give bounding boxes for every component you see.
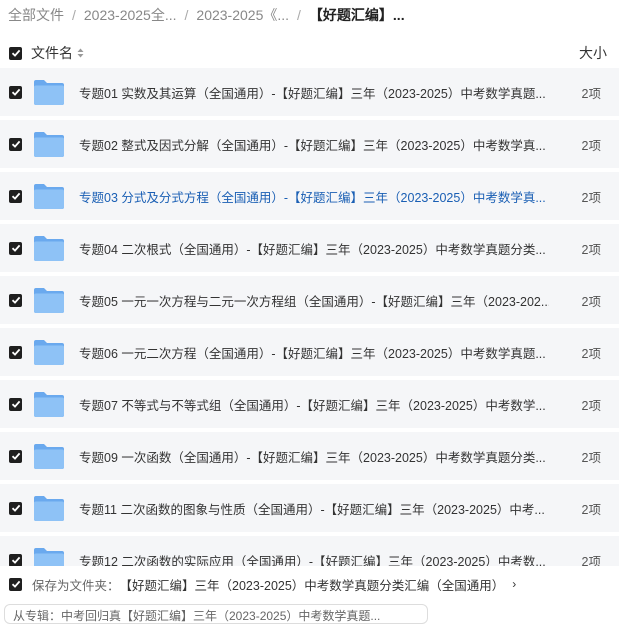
- list-header: 文件名 大小: [0, 36, 619, 70]
- folder-icon: [34, 340, 64, 365]
- file-size: 2项: [581, 346, 601, 361]
- file-size: 2项: [581, 502, 601, 517]
- file-size: 2项: [581, 294, 601, 309]
- file-name[interactable]: 专题06 一元二次方程（全国通用）-【好题汇编】三年（2023-2025）中考数…: [79, 343, 549, 362]
- save-folder-path[interactable]: 【好题汇编】三年（2023-2025）中考数学真题分类汇编（全国通用）: [120, 575, 505, 594]
- check-icon: [11, 452, 20, 460]
- check-icon: [11, 296, 20, 304]
- save-as-folder-bar: 保存为文件夹： 【好题汇编】三年（2023-2025）中考数学真题分类汇编（全国…: [0, 566, 619, 602]
- bottom-input[interactable]: 从专辑：中考回归真【好题汇编】三年（2023-2025）中考数学真题...: [4, 604, 428, 624]
- folder-icon: [34, 80, 64, 105]
- sort-icon[interactable]: [77, 48, 84, 58]
- check-icon: [11, 192, 20, 200]
- file-size: 2项: [581, 450, 601, 465]
- list-item[interactable]: 专题06 一元二次方程（全国通用）-【好题汇编】三年（2023-2025）中考数…: [0, 328, 619, 376]
- breadcrumb-separator: /: [72, 7, 76, 23]
- breadcrumb-item[interactable]: 2023-2025全...: [76, 5, 177, 25]
- row-checkbox[interactable]: [9, 137, 22, 151]
- row-checkbox[interactable]: [9, 189, 22, 203]
- file-name[interactable]: 专题07 不等式与不等式组（全国通用）-【好题汇编】三年（2023-2025）中…: [79, 395, 549, 414]
- row-checkbox[interactable]: [9, 293, 22, 307]
- folder-icon: [34, 548, 64, 568]
- check-icon: [11, 504, 20, 512]
- folder-icon: [34, 392, 64, 417]
- breadcrumb: 全部文件 / 2023-2025全... / 2023-2025《... / 【…: [0, 0, 619, 30]
- breadcrumb-item[interactable]: 2023-2025《...: [188, 5, 289, 25]
- file-name[interactable]: 专题01 实数及其运算（全国通用）-【好题汇编】三年（2023-2025）中考数…: [79, 83, 549, 102]
- column-header-name-label: 文件名: [31, 45, 73, 61]
- folder-icon: [34, 496, 64, 521]
- folder-icon: [34, 444, 64, 469]
- row-checkbox[interactable]: [9, 345, 22, 359]
- save-as-folder-label: 保存为文件夹：: [32, 578, 120, 593]
- row-checkbox[interactable]: [9, 85, 22, 99]
- row-checkbox[interactable]: [9, 553, 22, 567]
- row-checkbox[interactable]: [9, 501, 22, 515]
- check-icon: [11, 348, 20, 356]
- file-list: 专题01 实数及其运算（全国通用）-【好题汇编】三年（2023-2025）中考数…: [0, 68, 619, 568]
- folder-icon: [34, 132, 64, 157]
- check-icon: [11, 49, 20, 57]
- breadcrumb-current: 【好题汇编】...: [308, 7, 405, 23]
- check-icon: [11, 580, 20, 588]
- file-name[interactable]: 专题11 二次函数的图象与性质（全国通用）-【好题汇编】三年（2023-2025…: [79, 499, 549, 518]
- list-item[interactable]: 专题12 二次函数的实际应用（全国通用）-【好题汇编】三年（2023-2025）…: [0, 536, 619, 568]
- select-all-checkbox[interactable]: [9, 46, 22, 60]
- file-size: 2项: [581, 138, 601, 153]
- row-checkbox[interactable]: [9, 449, 22, 463]
- file-size: 2项: [581, 398, 601, 413]
- file-size: 2项: [581, 242, 601, 257]
- row-checkbox[interactable]: [9, 397, 22, 411]
- check-icon: [11, 244, 20, 252]
- check-icon: [11, 400, 20, 408]
- list-item[interactable]: 专题02 整式及因式分解（全国通用）-【好题汇编】三年（2023-2025）中考…: [0, 120, 619, 168]
- column-header-size[interactable]: 大小: [579, 43, 607, 63]
- chevron-right-icon[interactable]: ›: [512, 577, 516, 591]
- folder-icon: [34, 236, 64, 261]
- file-name-link[interactable]: 专题03 分式及分式方程（全国通用）-【好题汇编】三年（2023-2025）中考…: [79, 187, 549, 206]
- check-icon: [11, 88, 20, 96]
- list-item[interactable]: 专题01 实数及其运算（全国通用）-【好题汇编】三年（2023-2025）中考数…: [0, 68, 619, 116]
- file-size: 2项: [581, 190, 601, 205]
- list-item[interactable]: 专题05 一元一次方程与二元一次方程组（全国通用）-【好题汇编】三年（2023-…: [0, 276, 619, 324]
- file-name[interactable]: 专题04 二次根式（全国通用）-【好题汇编】三年（2023-2025）中考数学真…: [79, 239, 549, 258]
- folder-icon: [34, 288, 64, 313]
- file-size: 2项: [581, 86, 601, 101]
- list-item[interactable]: 专题03 分式及分式方程（全国通用）-【好题汇编】三年（2023-2025）中考…: [0, 172, 619, 220]
- file-name[interactable]: 专题05 一元一次方程与二元一次方程组（全国通用）-【好题汇编】三年（2023-…: [79, 291, 549, 310]
- column-header-name[interactable]: 文件名: [31, 43, 84, 63]
- file-name[interactable]: 专题09 一次函数（全国通用）-【好题汇编】三年（2023-2025）中考数学真…: [79, 447, 549, 466]
- breadcrumb-separator: /: [184, 7, 189, 23]
- check-icon: [11, 556, 20, 564]
- breadcrumb-separator: /: [297, 7, 301, 23]
- save-as-folder-checkbox[interactable]: [9, 577, 22, 591]
- list-item[interactable]: 专题04 二次根式（全国通用）-【好题汇编】三年（2023-2025）中考数学真…: [0, 224, 619, 272]
- list-item[interactable]: 专题07 不等式与不等式组（全国通用）-【好题汇编】三年（2023-2025）中…: [0, 380, 619, 428]
- check-icon: [11, 140, 20, 148]
- folder-icon: [34, 184, 64, 209]
- list-item[interactable]: 专题09 一次函数（全国通用）-【好题汇编】三年（2023-2025）中考数学真…: [0, 432, 619, 480]
- file-name[interactable]: 专题02 整式及因式分解（全国通用）-【好题汇编】三年（2023-2025）中考…: [79, 135, 549, 154]
- breadcrumb-all-files[interactable]: 全部文件: [0, 5, 64, 25]
- row-checkbox[interactable]: [9, 241, 22, 255]
- list-item[interactable]: 专题11 二次函数的图象与性质（全国通用）-【好题汇编】三年（2023-2025…: [0, 484, 619, 532]
